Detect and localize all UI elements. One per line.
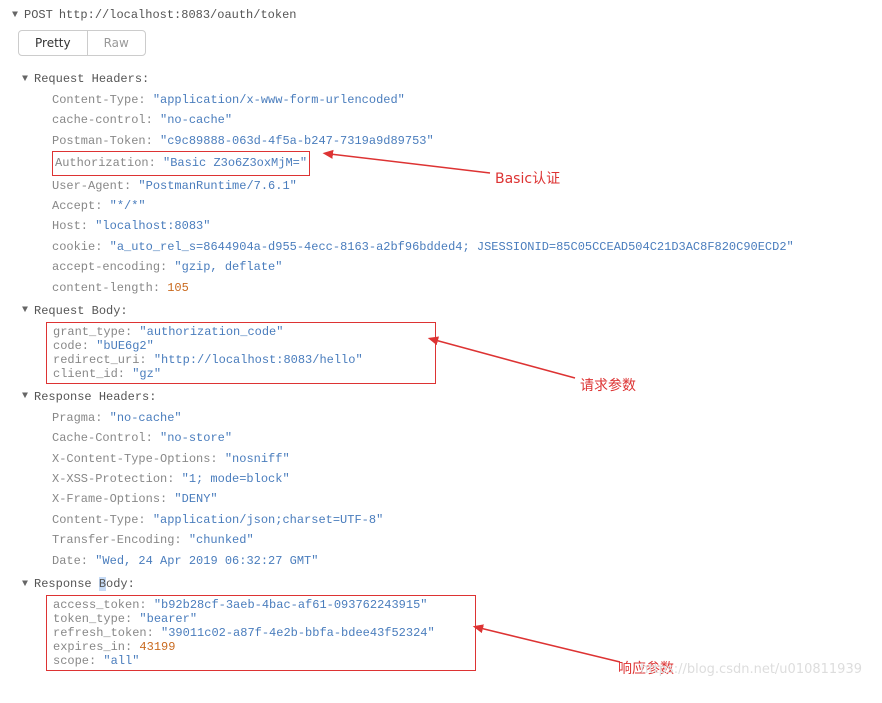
hdr-key: Transfer-Encoding: — [52, 533, 182, 547]
annotation-response-params: 响应参数 — [618, 658, 674, 678]
body-val: "bearer" — [139, 612, 197, 626]
text-selection: B — [99, 577, 106, 591]
hdr-key: cache-control: — [52, 113, 153, 127]
collapse-toggle-icon[interactable]: ▼ — [22, 391, 28, 402]
hdr-val: "chunked" — [189, 533, 254, 547]
section-title: Response Body: — [34, 577, 135, 591]
body-val: "gz" — [132, 367, 161, 381]
request-url: http://localhost:8083/oauth/token — [59, 8, 297, 22]
hdr-val: "1; mode=block" — [182, 472, 290, 486]
section-title: Request Body: — [34, 304, 128, 318]
view-tabs: Pretty Raw — [18, 30, 146, 56]
hdr-key: Authorization: — [55, 156, 156, 170]
body-val: "authorization_code" — [139, 325, 283, 339]
body-key: code: — [53, 339, 89, 353]
hdr-val: "application/json;charset=UTF-8" — [153, 513, 383, 527]
body-key: redirect_uri: — [53, 353, 147, 367]
hdr-val: "Basic Z3o6Z3oxMjM=" — [163, 156, 307, 170]
hdr-val: "no-cache" — [110, 411, 182, 425]
hdr-val: "nosniff" — [225, 452, 290, 466]
body-key: refresh_token: — [53, 626, 154, 640]
hdr-key: cookie: — [52, 240, 102, 254]
hdr-key: User-Agent: — [52, 179, 131, 193]
hdr-val: "no-cache" — [160, 113, 232, 127]
body-key: scope: — [53, 654, 96, 668]
hdr-val: "c9c89888-063d-4f5a-b247-7319a9d89753" — [160, 134, 434, 148]
hdr-val: "PostmanRuntime/7.6.1" — [138, 179, 296, 193]
tab-raw[interactable]: Raw — [87, 31, 145, 55]
hdr-key: content-length: — [52, 281, 160, 295]
hdr-key: Postman-Token: — [52, 134, 153, 148]
section-request-body: ▼ Request Body: grant_type: "authorizati… — [22, 304, 870, 384]
collapse-toggle-icon[interactable]: ▼ — [22, 74, 28, 85]
hdr-val: "localhost:8083" — [95, 219, 210, 233]
hdr-key: Pragma: — [52, 411, 102, 425]
body-val: "bUE6g2" — [96, 339, 154, 353]
highlight-request-body: grant_type: "authorization_code" code: "… — [46, 322, 436, 384]
hdr-key: Accept: — [52, 199, 102, 213]
body-val: 43199 — [139, 640, 175, 654]
collapse-toggle-icon[interactable]: ▼ — [22, 579, 28, 590]
highlight-authorization: Authorization: "Basic Z3o6Z3oxMjM=" — [52, 151, 310, 175]
body-val: "39011c02-a87f-4e2b-bbfa-bdee43f52324" — [161, 626, 435, 640]
hdr-key: Content-Type: — [52, 93, 146, 107]
hdr-val: "a_uto_rel_s=8644904a-d955-4ecc-8163-a2b… — [110, 240, 794, 254]
body-val: "http://localhost:8083/hello" — [154, 353, 363, 367]
hdr-key: X-Content-Type-Options: — [52, 452, 218, 466]
hdr-key: Cache-Control: — [52, 431, 153, 445]
body-key: token_type: — [53, 612, 132, 626]
hdr-val: "DENY" — [174, 492, 217, 506]
body-key: expires_in: — [53, 640, 132, 654]
section-title: Response Headers: — [34, 390, 156, 404]
hdr-key: accept-encoding: — [52, 260, 167, 274]
annotation-basic-auth: Basic认证 — [495, 168, 560, 188]
hdr-val: "no-store" — [160, 431, 232, 445]
collapse-toggle-icon[interactable]: ▼ — [22, 305, 28, 316]
body-key: grant_type: — [53, 325, 132, 339]
hdr-val: 105 — [167, 281, 189, 295]
hdr-key: Date: — [52, 554, 88, 568]
section-title: Request Headers: — [34, 72, 149, 86]
hdr-key: X-Frame-Options: — [52, 492, 167, 506]
http-method: POST — [24, 8, 53, 22]
hdr-key: Content-Type: — [52, 513, 146, 527]
section-request-headers: ▼ Request Headers: Content-Type: "applic… — [22, 72, 870, 298]
hdr-val: "gzip, deflate" — [174, 260, 282, 274]
tab-pretty[interactable]: Pretty — [19, 31, 87, 55]
hdr-val: "Wed, 24 Apr 2019 06:32:27 GMT" — [95, 554, 318, 568]
body-val: "all" — [103, 654, 139, 668]
hdr-key: X-XSS-Protection: — [52, 472, 174, 486]
annotation-request-params: 请求参数 — [580, 375, 636, 395]
highlight-response-body: access_token: "b92b28cf-3aeb-4bac-af61-0… — [46, 595, 476, 671]
hdr-val: "*/*" — [110, 199, 146, 213]
hdr-val: "application/x-www-form-urlencoded" — [153, 93, 405, 107]
body-key: access_token: — [53, 598, 147, 612]
section-response-body: ▼ Response Body: access_token: "b92b28cf… — [22, 577, 870, 671]
collapse-toggle-icon[interactable]: ▼ — [12, 10, 18, 21]
hdr-key: Host: — [52, 219, 88, 233]
body-key: client_id: — [53, 367, 125, 381]
request-line: ▼ POST http://localhost:8083/oauth/token — [12, 8, 870, 22]
body-val: "b92b28cf-3aeb-4bac-af61-093762243915" — [154, 598, 428, 612]
section-response-headers: ▼ Response Headers: Pragma: "no-cache" C… — [22, 390, 870, 571]
